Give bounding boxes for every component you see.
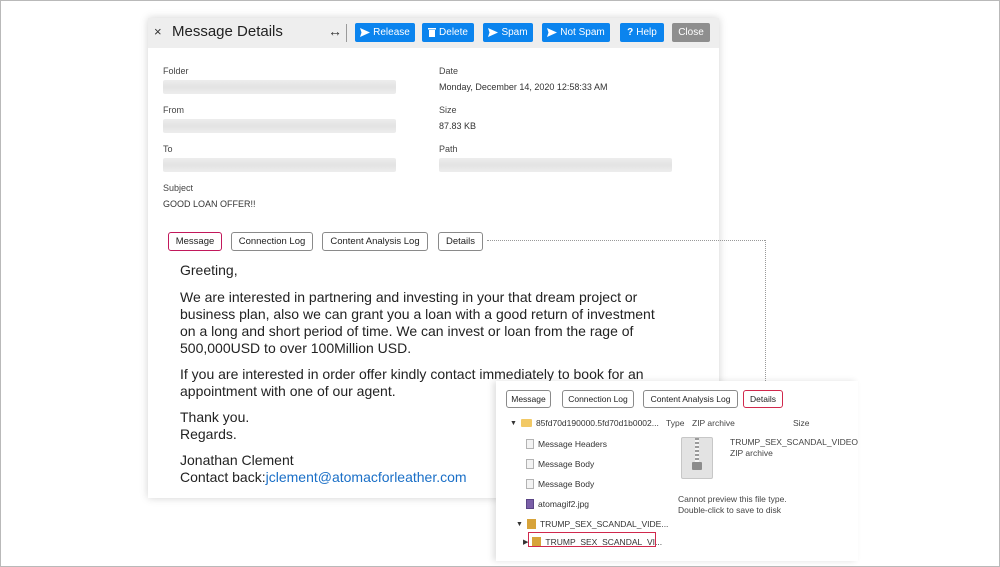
envelope-folder-icon <box>520 419 532 427</box>
highlight-box <box>528 532 656 547</box>
from-label: From <box>163 105 184 115</box>
preview-message-line-1: Cannot preview this file type. <box>678 494 787 504</box>
folder-label: Folder <box>163 66 189 76</box>
subject-label: Subject <box>163 183 194 193</box>
callout-line-horizontal <box>487 240 765 241</box>
date-value: Monday, December 14, 2020 12:58:33 AM <box>439 82 608 92</box>
zip-archive-large-icon <box>681 437 713 479</box>
tab-details[interactable]: Details <box>438 232 483 251</box>
p1-line: We are interested in partnering and inve… <box>180 289 638 305</box>
overlay-tab-message[interactable]: Message <box>506 390 551 408</box>
preview-message-line-2: Double-click to save to disk <box>678 505 781 515</box>
tree-item-zip-parent[interactable]: ▼ TRUMP_SEX_SCANDAL_VIDE... <box>516 519 668 529</box>
panel-title: Message Details <box>172 23 283 40</box>
expand-arrows-icon[interactable]: ↔ <box>328 23 342 39</box>
send-icon <box>360 28 371 37</box>
overlay-tab-details[interactable]: Details <box>743 390 783 408</box>
expand-down-icon[interactable]: ▼ <box>516 521 523 528</box>
document-icon <box>526 459 534 469</box>
to-label: To <box>163 144 173 154</box>
size-label: Size <box>793 418 810 428</box>
file-name: TRUMP_SEX_SCANDAL_VIDEO.jar <box>730 437 858 447</box>
tab-content-analysis-log[interactable]: Content Analysis Log <box>322 232 428 251</box>
subject-value: GOOD LOAN OFFER!! <box>163 199 256 209</box>
question-icon: ? <box>627 27 634 38</box>
path-label: Path <box>439 144 458 154</box>
header-divider <box>346 24 347 42</box>
type-value: ZIP archive <box>692 418 735 428</box>
not-spam-button[interactable]: Not Spam <box>542 23 610 42</box>
send-icon <box>488 28 499 37</box>
help-button[interactable]: ? Help <box>620 23 664 42</box>
contact-email-link[interactable]: jclement@atomacforleather.com <box>266 469 467 485</box>
callout-line-vertical <box>765 240 766 385</box>
p1-line: business plan, also we can grant you a l… <box>180 306 655 322</box>
size-value: 87.83 KB <box>439 121 477 131</box>
tree-item-message-body[interactable]: Message Body <box>526 479 594 489</box>
type-label: Type <box>666 418 685 428</box>
p1-line: on a long and short period of time. We c… <box>180 323 634 339</box>
message-paragraph-1: We are interested in partnering and inve… <box>180 289 680 357</box>
panel-header: × Message Details ↔ Release Delete Spam … <box>148 18 719 48</box>
zip-file-icon <box>526 519 536 529</box>
delete-button[interactable]: Delete <box>422 23 474 42</box>
spam-button[interactable]: Spam <box>483 23 533 42</box>
release-button[interactable]: Release <box>355 23 415 42</box>
size-label: Size <box>439 105 457 115</box>
overlay-tab-connection-log[interactable]: Connection Log <box>562 390 634 408</box>
document-icon <box>526 479 534 489</box>
p1-line: 500,000USD to over 100Million USD. <box>180 340 412 356</box>
close-x-icon[interactable]: × <box>154 24 162 39</box>
tree-root-item[interactable]: ▼ 85fd70d190000.5fd70d1b0002... <box>510 418 659 428</box>
to-value-redacted <box>163 158 396 172</box>
tab-connection-log[interactable]: Connection Log <box>231 232 313 251</box>
contact-prefix: Contact back: <box>180 469 266 485</box>
document-icon <box>526 439 534 449</box>
date-label: Date <box>439 66 459 76</box>
path-value-redacted <box>439 158 672 172</box>
overlay-tab-content-analysis-log[interactable]: Content Analysis Log <box>643 390 738 408</box>
tree-item-image[interactable]: atomagif2.jpg <box>526 499 589 509</box>
close-button[interactable]: Close <box>672 23 710 42</box>
tree-item-message-headers[interactable]: Message Headers <box>526 439 607 449</box>
image-file-icon <box>526 499 534 509</box>
expand-down-icon[interactable]: ▼ <box>510 420 517 427</box>
trash-icon <box>428 28 437 37</box>
folder-value-redacted <box>163 80 396 94</box>
from-value-redacted <box>163 119 396 133</box>
tree-item-message-body[interactable]: Message Body <box>526 459 594 469</box>
tab-message[interactable]: Message <box>168 232 222 251</box>
file-type: ZIP archive <box>730 448 773 458</box>
message-greeting: Greeting, <box>180 262 238 278</box>
send-icon <box>547 28 558 37</box>
